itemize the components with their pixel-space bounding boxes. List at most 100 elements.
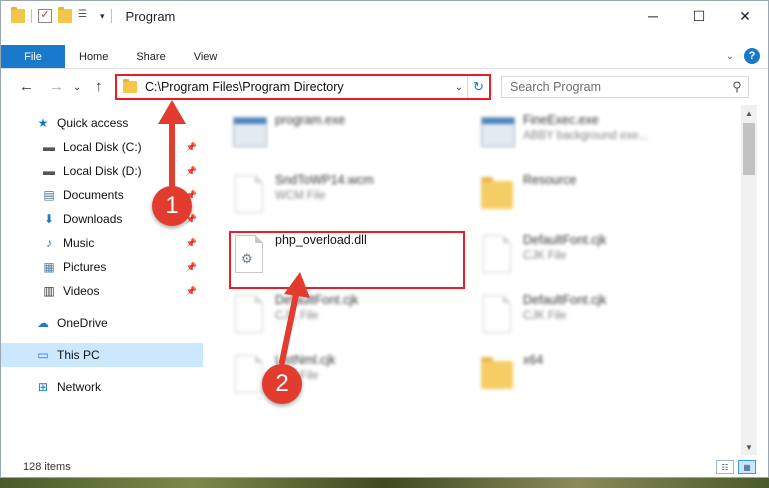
scroll-up-icon[interactable]: ▲ [741,105,757,121]
file-item[interactable]: SndToWP14.wcm WCM File [229,169,469,225]
star-icon: ★ [37,116,49,130]
sidebar-item-pictures[interactable]: ▦ Pictures 📌 [1,255,203,279]
sidebar-item-label: Local Disk (D:) [63,164,142,178]
sidebar-item-music[interactable]: ♪ Music 📌 [1,231,203,255]
pin-icon[interactable]: 📌 [186,166,197,177]
address-bar[interactable]: C:\Program Files\Program Directory ⌄ ↻ [115,74,491,100]
details-view-icon[interactable]: ☷ [716,460,734,474]
tab-share[interactable]: Share [122,45,179,68]
cloud-icon: ☁ [37,316,49,330]
sidebar-item-label: Quick access [57,116,129,130]
file-item[interactable]: DefaultFont.cjk CJK File [477,289,717,345]
file-item[interactable]: DefaultFont.cjk CJK File [229,289,469,345]
properties-check-icon[interactable]: ✓ [38,9,52,23]
back-arrow-icon[interactable]: ← [19,78,34,95]
navigation-bar: ← → ⌄ ↑ C:\Program Files\Program Directo… [1,73,768,101]
pin-icon[interactable]: 📌 [186,142,197,153]
forward-arrow-icon[interactable]: → [49,78,64,95]
ribbon-tabs: File Home Share View ⌄ ? [1,45,768,69]
window-controls: ─ ☐ ✕ [630,1,768,31]
address-dropdown-icon[interactable]: ⌄ [451,82,467,93]
file-text: Resource [523,173,577,190]
address-path[interactable]: C:\Program Files\Program Directory [145,80,451,94]
item-count: 128 items [23,461,71,473]
refresh-icon[interactable]: ↻ [467,76,489,98]
sidebar-item-local-disk-d[interactable]: ▬ Local Disk (D:) 📌 [1,159,203,183]
search-box[interactable]: Search Program ⚲ [501,76,749,98]
tab-file[interactable]: File [1,45,65,68]
file-name: Resource [523,173,577,187]
file-text: DefaultFont.cjk CJK File [523,293,606,322]
vertical-scrollbar[interactable]: ▲ ▼ [741,105,757,455]
application-icon [229,113,269,159]
file-text: x64 [523,353,543,370]
quick-access-toolbar: ✓ ☰ ▾ [11,7,112,23]
help-icon[interactable]: ? [744,48,760,64]
toolbar-divider [110,9,112,23]
folder-icon [123,79,137,93]
film-icon: ▥ [43,284,55,298]
file-text: program.exe [275,113,345,130]
desktop-background [0,478,769,488]
up-arrow-icon[interactable]: ↑ [95,78,103,95]
large-icons-view-icon[interactable]: ▦ [738,460,756,474]
search-input[interactable]: Search Program [510,80,726,94]
sidebar-item-quick-access[interactable]: ★ Quick access [1,111,203,135]
sidebar-item-label: Local Disk (C:) [63,140,142,154]
sidebar-item-label: Music [63,236,95,250]
sidebar-item-onedrive[interactable]: ☁ OneDrive [1,311,203,335]
file-type: WCM File [275,190,326,202]
file-item[interactable]: Resource [477,169,717,225]
expand-ribbon-icon[interactable]: ⌄ [726,51,734,62]
drive-icon: ▬ [43,164,55,178]
monitor-icon: ▭ [37,348,49,362]
network-icon: ⊞ [37,380,49,394]
document-icon [229,293,269,339]
explorer-window: ✓ ☰ ▾ Program ─ ☐ ✕ File Home Share View… [0,0,769,478]
pin-icon[interactable]: 📌 [186,286,197,297]
file-type: CJK File [275,310,319,322]
tab-home[interactable]: Home [65,45,122,68]
new-folder-icon[interactable] [58,7,72,23]
sidebar-item-local-disk-c[interactable]: ▬ Local Disk (C:) 📌 [1,135,203,159]
sidebar-item-label: Downloads [63,212,123,226]
sidebar-item-label: Documents [63,188,124,202]
document-icon [477,293,517,339]
document-icon [229,173,269,219]
file-name: program.exe [275,113,346,127]
file-type: CJK File [523,250,567,262]
sidebar-item-network[interactable]: ⊞ Network [1,375,203,399]
file-item[interactable]: FineExec.exe ABBY background exe... [477,109,717,165]
file-name: DefaultFont.cjk [523,233,607,247]
sidebar-item-this-pc[interactable]: ▭ This PC [1,343,203,367]
scroll-down-icon[interactable]: ▼ [741,439,757,455]
folder-icon [11,7,25,23]
drive-icon: ▬ [43,140,55,154]
title-bar: ✓ ☰ ▾ Program ─ ☐ ✕ [1,1,768,31]
file-name: FineExec.exe [523,113,599,127]
minimize-button[interactable]: ─ [630,1,676,31]
customize-dropdown-icon[interactable]: ▾ [100,11,105,22]
document-icon [477,233,517,279]
file-name: DefaultFont.cjk [275,293,359,307]
maximize-button[interactable]: ☐ [676,1,722,31]
application-icon [477,113,517,159]
annotation-badge-2: 2 [262,364,302,404]
customize-icon[interactable]: ☰ [78,9,94,23]
file-item[interactable]: DefaultFont.cjk CJK File [477,229,717,285]
file-item[interactable]: x64 [477,349,717,405]
recent-locations-icon[interactable]: ⌄ [73,82,81,93]
pictures-icon: ▦ [43,260,55,274]
music-note-icon: ♪ [46,236,52,250]
pin-icon[interactable]: 📌 [186,262,197,273]
status-bar: 128 items ☷ ▦ [1,457,768,477]
tab-view[interactable]: View [180,45,232,68]
file-item[interactable]: program.exe [229,109,469,165]
pin-icon[interactable]: 📌 [186,238,197,249]
scroll-thumb[interactable] [743,123,755,175]
folder-icon [477,173,517,219]
close-button[interactable]: ✕ [722,1,768,31]
search-icon[interactable]: ⚲ [726,79,748,95]
sidebar-item-videos[interactable]: ▥ Videos 📌 [1,279,203,303]
file-text: DefaultFont.cjk CJK File [523,233,606,262]
